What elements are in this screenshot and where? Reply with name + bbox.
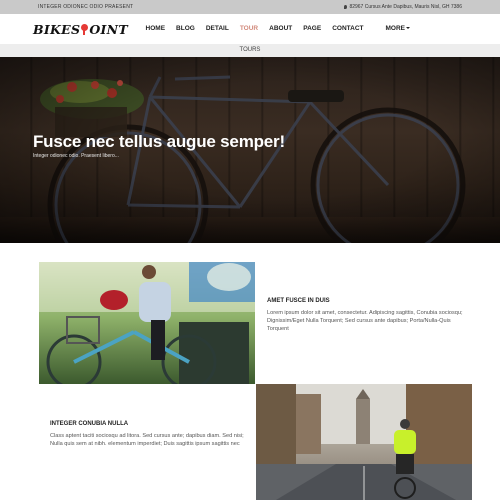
chevron-down-icon (406, 27, 410, 29)
menu-item-more-label: MORE (385, 25, 406, 32)
page-title: TOURS (239, 47, 261, 53)
map-pin-icon (344, 4, 348, 9)
hero-subtitle: Integer odionec odio. Praesent libero... (33, 153, 119, 159)
menu-item-home[interactable]: HOME (146, 25, 166, 32)
section-heading: INTEGER CONUBIA NULLA (50, 421, 129, 427)
site-logo[interactable]: BIKES OINT (33, 22, 128, 37)
menu-item-about[interactable]: ABOUT (269, 25, 292, 32)
menu-item-tour[interactable]: TOUR (240, 25, 258, 32)
hero-banner: Fusce nec tellus augue semper! Integer o… (0, 57, 500, 243)
logo-text-bikes: BIKES (33, 22, 81, 37)
top-info-bar: INTEGER ODIONEC ODIO PRAESENT 82967 Curs… (0, 0, 500, 14)
main-navbar: BIKES OINT HOME BLOG DETAIL TOUR ABOUT PA… (0, 14, 500, 44)
topbar-address: 82967 Cursus Ante Dapibus, Mauris Nisl, … (344, 4, 462, 10)
menu-item-contact[interactable]: CONTACT (332, 25, 363, 32)
main-menu: HOME BLOG DETAIL TOUR ABOUT PAGE CONTACT… (135, 25, 410, 32)
menu-item-blog[interactable]: BLOG (176, 25, 195, 32)
cyclist-photo (39, 262, 255, 384)
section-heading: AMET FUSCE IN DUIS (267, 298, 330, 304)
menu-item-more[interactable]: MORE (375, 25, 410, 32)
section-body: Class aptent taciti sociosqu ad litora. … (50, 433, 244, 447)
hero-title: Fusce nec tellus augue semper! (33, 132, 285, 151)
content-block-1: AMET FUSCE IN DUIS Lorem ipsum dolor sit… (267, 298, 467, 333)
logo-text-oint: OINT (89, 22, 129, 37)
menu-item-detail[interactable]: DETAIL (206, 25, 229, 32)
page-breadcrumb-bar: TOURS (0, 44, 500, 57)
cyclist-scene (39, 262, 255, 384)
address-text: 82967 Cursus Ante Dapibus, Mauris Nisl, … (349, 4, 462, 10)
street-scene (256, 384, 472, 500)
content-block-2: INTEGER CONUBIA NULLA Class aptent tacit… (50, 421, 250, 448)
logo-pin-icon (80, 24, 89, 35)
street-cyclist-photo (256, 384, 472, 500)
topbar-tagline: INTEGER ODIONEC ODIO PRAESENT (38, 4, 134, 10)
menu-item-page[interactable]: PAGE (303, 25, 321, 32)
section-body: Lorem ipsum dolor sit amet, consectetur.… (267, 310, 463, 332)
